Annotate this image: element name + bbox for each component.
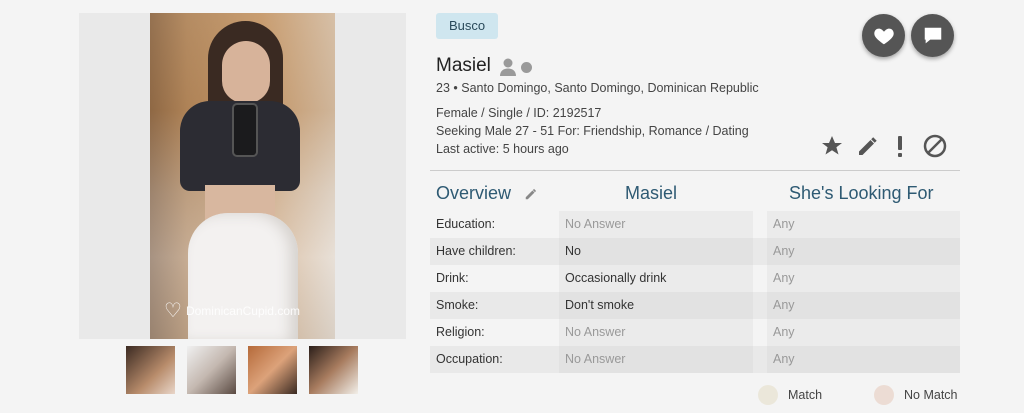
exclamation-icon bbox=[898, 136, 902, 157]
row-value: No Answer bbox=[559, 319, 753, 346]
thumbnail-4[interactable] bbox=[309, 346, 358, 394]
row-want: Any bbox=[767, 211, 960, 238]
row-want: Any bbox=[767, 292, 960, 319]
section-divider bbox=[430, 170, 960, 171]
star-button[interactable] bbox=[819, 133, 845, 159]
row-value: No Answer bbox=[559, 346, 753, 373]
overview-heading: Overview bbox=[436, 183, 512, 203]
thumbnail-3[interactable] bbox=[248, 346, 297, 394]
profile-location: 23 • Santo Domingo, Santo Domingo, Domin… bbox=[436, 81, 759, 95]
her-column-heading: Masiel bbox=[625, 183, 678, 203]
row-label: Drink: bbox=[436, 271, 469, 285]
row-label: Religion: bbox=[436, 325, 485, 339]
table-row: Occupation: No Answer Any bbox=[430, 346, 960, 373]
row-want: Any bbox=[767, 238, 960, 265]
legend-match: Match bbox=[758, 385, 822, 405]
favorite-button[interactable] bbox=[862, 14, 905, 57]
edit-button[interactable] bbox=[855, 133, 881, 159]
photo-watermark: ♡ DominicanCupid.com bbox=[164, 300, 300, 322]
row-label: Occupation: bbox=[436, 352, 503, 366]
table-row: Drink: Occasionally drink Any bbox=[430, 265, 960, 292]
legend-no-match: No Match bbox=[874, 385, 958, 405]
main-photo[interactable]: ♡ DominicanCupid.com bbox=[150, 13, 335, 339]
row-value: Occasionally drink bbox=[559, 265, 753, 292]
table-row: Smoke: Don't smoke Any bbox=[430, 292, 960, 319]
person-icon bbox=[500, 58, 516, 76]
star-icon bbox=[822, 136, 842, 155]
block-button[interactable] bbox=[922, 133, 948, 159]
table-row: Religion: No Answer Any bbox=[430, 319, 960, 346]
message-button[interactable] bbox=[911, 14, 954, 57]
profile-last-active: Last active: 5 hours ago bbox=[436, 142, 569, 156]
chat-icon bbox=[924, 27, 941, 43]
row-want: Any bbox=[767, 346, 960, 373]
row-label: Have children: bbox=[436, 244, 516, 258]
row-label: Education: bbox=[436, 217, 496, 231]
profile-details: Female / Single / ID: 2192517 bbox=[436, 106, 602, 120]
pencil-icon bbox=[525, 188, 537, 200]
no-match-swatch bbox=[874, 385, 894, 405]
table-row: Have children: No Any bbox=[430, 238, 960, 265]
row-value: No Answer bbox=[559, 211, 753, 238]
edit-overview-button[interactable] bbox=[524, 187, 538, 201]
row-value: Don't smoke bbox=[559, 292, 753, 319]
block-icon bbox=[923, 134, 947, 158]
online-status bbox=[498, 57, 532, 77]
status-dot bbox=[521, 61, 532, 73]
main-photo-frame: ♡ DominicanCupid.com bbox=[79, 13, 406, 339]
profile-name: Masiel bbox=[436, 55, 491, 76]
thumbnail-1[interactable] bbox=[126, 346, 175, 394]
row-label: Smoke: bbox=[436, 298, 479, 312]
profile-seeking: Seeking Male 27 - 51 For: Friendship, Ro… bbox=[436, 124, 749, 138]
watermark-heart-icon: ♡ bbox=[164, 300, 182, 322]
heart-icon bbox=[873, 28, 894, 44]
looking-for-heading: She's Looking For bbox=[789, 183, 934, 203]
row-value: No bbox=[559, 238, 753, 265]
match-swatch bbox=[758, 385, 778, 405]
pencil-icon bbox=[859, 137, 877, 155]
thumbnail-2[interactable] bbox=[187, 346, 236, 394]
photo-thumbnails bbox=[126, 346, 358, 394]
row-want: Any bbox=[767, 265, 960, 292]
row-want: Any bbox=[767, 319, 960, 346]
table-row: Education: No Answer Any bbox=[430, 211, 960, 238]
report-button[interactable] bbox=[887, 133, 913, 159]
status-badge[interactable]: Busco bbox=[436, 13, 499, 39]
